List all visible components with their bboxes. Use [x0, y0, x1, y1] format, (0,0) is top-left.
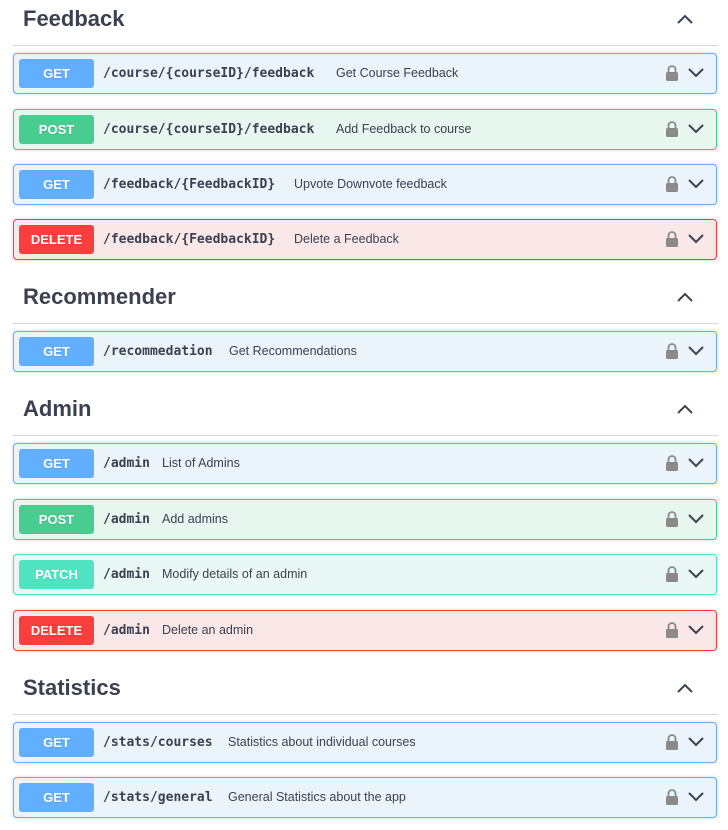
lock-icon[interactable]: [665, 454, 679, 472]
operation-path: /feedback/{FeedbackID}: [103, 177, 276, 192]
lock-icon[interactable]: [665, 733, 679, 751]
section-title: Recommender: [23, 284, 176, 309]
operation-delete-admin[interactable]: DELETE /admin Delete an admin: [13, 610, 717, 651]
method-badge: GET: [19, 170, 94, 199]
operation-get-admin[interactable]: GET /admin List of Admins: [13, 443, 717, 484]
operation-post-course-feedback[interactable]: POST /course/{courseID}/feedback Add Fee…: [13, 109, 717, 150]
operation-summary: General Statistics about the app: [228, 790, 406, 804]
method-badge: POST: [19, 115, 94, 144]
operation-path: /stats/general: [103, 790, 213, 805]
operation-summary: Get Course Feedback: [336, 66, 459, 80]
section-title: Admin: [23, 396, 92, 421]
operation-path: /feedback/{FeedbackID}: [103, 232, 276, 247]
chevron-down-icon[interactable]: [687, 791, 705, 803]
chevron-up-icon[interactable]: [676, 290, 694, 304]
method-badge: PATCH: [19, 560, 94, 589]
operation-path: /course/{courseID}/feedback: [103, 66, 315, 81]
operation-get-stats-courses[interactable]: GET /stats/courses Statistics about indi…: [13, 722, 717, 763]
section-header-feedback[interactable]: Feedback: [13, 0, 718, 46]
operation-path: /recommedation: [103, 344, 213, 359]
method-badge: GET: [19, 783, 94, 812]
operation-get-recommendation[interactable]: GET /recommedation Get Recommendations: [13, 331, 717, 372]
operation-summary: Get Recommendations: [229, 344, 357, 358]
method-badge: DELETE: [19, 616, 94, 645]
operation-summary: Delete an admin: [162, 623, 254, 637]
operation-summary: Add admins: [162, 512, 229, 526]
method-badge: POST: [19, 505, 94, 534]
chevron-down-icon[interactable]: [687, 624, 705, 636]
operation-patch-admin[interactable]: PATCH /admin Modify details of an admin: [13, 554, 717, 595]
lock-icon[interactable]: [665, 64, 679, 82]
operation-summary: Add Feedback to course: [336, 122, 472, 136]
lock-icon[interactable]: [665, 621, 679, 639]
chevron-down-icon[interactable]: [687, 736, 705, 748]
lock-icon[interactable]: [665, 230, 679, 248]
operation-summary: Statistics about individual courses: [228, 735, 416, 749]
chevron-down-icon[interactable]: [687, 345, 705, 357]
swagger-api-list: Feedback GET /course/{courseID}/feedback…: [0, 0, 728, 830]
chevron-down-icon[interactable]: [687, 67, 705, 79]
chevron-down-icon[interactable]: [687, 178, 705, 190]
chevron-down-icon[interactable]: [687, 568, 705, 580]
chevron-down-icon[interactable]: [687, 123, 705, 135]
operation-delete-feedback[interactable]: DELETE /feedback/{FeedbackID} Delete a F…: [13, 219, 717, 260]
operation-path: /admin: [103, 456, 150, 471]
operation-path: /admin: [103, 512, 150, 527]
method-badge: DELETE: [19, 225, 94, 254]
section-header-statistics[interactable]: Statistics: [13, 669, 718, 715]
chevron-down-icon[interactable]: [687, 457, 705, 469]
operation-get-stats-general[interactable]: GET /stats/general General Statistics ab…: [13, 777, 717, 818]
lock-icon[interactable]: [665, 342, 679, 360]
operation-summary: Delete a Feedback: [294, 232, 399, 246]
method-badge: GET: [19, 337, 94, 366]
chevron-down-icon[interactable]: [687, 233, 705, 245]
operation-path: /admin: [103, 567, 150, 582]
method-badge: GET: [19, 728, 94, 757]
chevron-up-icon[interactable]: [676, 402, 694, 416]
section-header-admin[interactable]: Admin: [13, 390, 718, 436]
lock-icon[interactable]: [665, 120, 679, 138]
operation-get-course-feedback[interactable]: GET /course/{courseID}/feedback Get Cour…: [13, 53, 717, 94]
section-header-recommender[interactable]: Recommender: [13, 278, 718, 324]
operation-summary: Upvote Downvote feedback: [294, 177, 447, 191]
chevron-up-icon[interactable]: [676, 681, 694, 695]
lock-icon[interactable]: [665, 175, 679, 193]
section-title: Feedback: [23, 6, 125, 31]
chevron-down-icon[interactable]: [687, 513, 705, 525]
section-title: Statistics: [23, 675, 121, 700]
operation-post-admin[interactable]: POST /admin Add admins: [13, 499, 717, 540]
lock-icon[interactable]: [665, 565, 679, 583]
operation-get-feedback[interactable]: GET /feedback/{FeedbackID} Upvote Downvo…: [13, 164, 717, 205]
method-badge: GET: [19, 449, 94, 478]
operation-summary: List of Admins: [162, 456, 240, 470]
chevron-up-icon[interactable]: [676, 12, 694, 26]
operation-path: /course/{courseID}/feedback: [103, 122, 315, 137]
method-badge: GET: [19, 59, 94, 88]
operation-path: /stats/courses: [103, 735, 213, 750]
lock-icon[interactable]: [665, 510, 679, 528]
operation-path: /admin: [103, 623, 150, 638]
operation-summary: Modify details of an admin: [162, 567, 308, 581]
lock-icon[interactable]: [665, 788, 679, 806]
